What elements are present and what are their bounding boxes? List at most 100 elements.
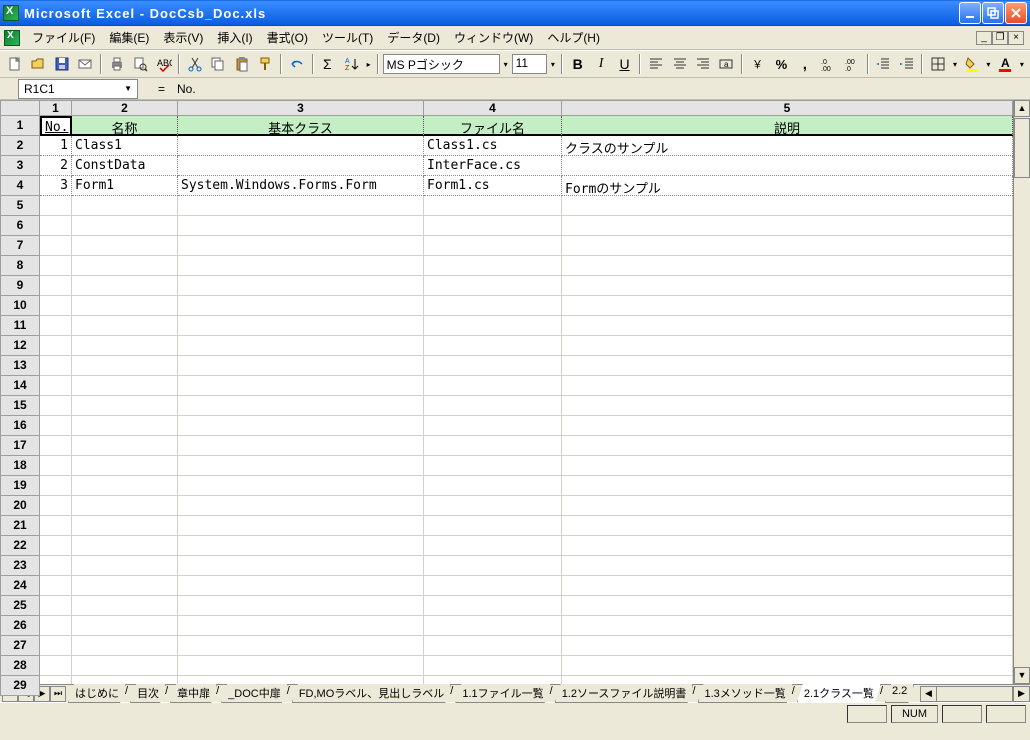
hscroll-left-button[interactable]: ◀ xyxy=(921,687,937,701)
mdi-restore-button[interactable]: ❐ xyxy=(992,31,1008,45)
cell-desc[interactable] xyxy=(562,156,1013,176)
cell[interactable] xyxy=(72,336,178,356)
format-painter-icon[interactable] xyxy=(255,53,276,75)
cell[interactable] xyxy=(562,316,1013,336)
cell[interactable] xyxy=(424,216,562,236)
tab-last-button[interactable]: ⏭ xyxy=(50,686,66,702)
sheet-tab[interactable]: 目次 xyxy=(130,684,166,703)
cell[interactable] xyxy=(40,536,72,556)
cell[interactable] xyxy=(424,436,562,456)
borders-icon[interactable] xyxy=(927,53,948,75)
row-header[interactable]: 21 xyxy=(0,516,40,536)
comma-icon[interactable]: , xyxy=(794,53,815,75)
cell[interactable] xyxy=(72,416,178,436)
menu-data[interactable]: データ(D) xyxy=(381,26,446,49)
cell[interactable] xyxy=(72,236,178,256)
italic-button[interactable]: I xyxy=(590,53,611,75)
row-header[interactable]: 3 xyxy=(0,156,40,176)
row-header[interactable]: 10 xyxy=(0,296,40,316)
cell-no[interactable]: 3 xyxy=(40,176,72,196)
row-header[interactable]: 29 xyxy=(0,676,40,696)
col-header-1[interactable]: 1 xyxy=(40,100,72,116)
cell[interactable] xyxy=(562,536,1013,556)
cell[interactable] xyxy=(72,596,178,616)
cell[interactable] xyxy=(424,376,562,396)
cell[interactable] xyxy=(72,576,178,596)
row-header[interactable]: 20 xyxy=(0,496,40,516)
cell-file[interactable]: InterFace.cs xyxy=(424,156,562,176)
cell-no[interactable]: 2 xyxy=(40,156,72,176)
cell[interactable] xyxy=(72,356,178,376)
cell[interactable] xyxy=(562,676,1013,684)
menu-window[interactable]: ウィンドウ(W) xyxy=(448,26,539,49)
new-icon[interactable] xyxy=(4,53,25,75)
print-preview-icon[interactable] xyxy=(129,53,150,75)
increase-indent-icon[interactable] xyxy=(896,53,917,75)
col-header-3[interactable]: 3 xyxy=(178,100,424,116)
cell[interactable] xyxy=(424,316,562,336)
menu-file[interactable]: ファイル(F) xyxy=(26,26,101,49)
scroll-thumb[interactable] xyxy=(1014,118,1030,178)
cell[interactable] xyxy=(424,236,562,256)
spellcheck-icon[interactable]: ABC xyxy=(153,53,174,75)
cell[interactable] xyxy=(424,516,562,536)
cell[interactable] xyxy=(562,236,1013,256)
cell[interactable] xyxy=(72,516,178,536)
cell[interactable] xyxy=(40,356,72,376)
font-dropdown-icon[interactable]: ▾ xyxy=(502,60,510,69)
cell[interactable] xyxy=(178,496,424,516)
cell-base[interactable] xyxy=(178,136,424,156)
sheet-tab[interactable]: 2.1クラス一覧 xyxy=(797,684,881,703)
col-header-4[interactable]: 4 xyxy=(424,100,562,116)
row-header[interactable]: 22 xyxy=(0,536,40,556)
cell[interactable] xyxy=(424,636,562,656)
fill-dropdown-icon[interactable]: ▾ xyxy=(984,60,992,69)
cell[interactable] xyxy=(40,516,72,536)
sheet-tab[interactable]: FD,MOラベル、見出しラベル xyxy=(292,684,451,703)
cell[interactable] xyxy=(72,256,178,276)
cell[interactable] xyxy=(178,556,424,576)
vertical-scrollbar[interactable]: ▲ ▼ xyxy=(1013,100,1030,684)
cell[interactable] xyxy=(178,316,424,336)
cell[interactable] xyxy=(40,576,72,596)
cell[interactable] xyxy=(178,416,424,436)
currency-icon[interactable]: ￥ xyxy=(747,53,768,75)
cell[interactable] xyxy=(72,216,178,236)
cell-name[interactable]: Class1 xyxy=(72,136,178,156)
cell[interactable] xyxy=(72,496,178,516)
mdi-close-button[interactable]: × xyxy=(1008,31,1024,45)
formula-input[interactable]: No. xyxy=(173,80,200,98)
row-header[interactable]: 27 xyxy=(0,636,40,656)
percent-icon[interactable]: % xyxy=(771,53,792,75)
row-header[interactable]: 25 xyxy=(0,596,40,616)
cell[interactable] xyxy=(40,676,72,684)
col-header-5[interactable]: 5 xyxy=(562,100,1013,116)
cell[interactable] xyxy=(178,436,424,456)
cell[interactable] xyxy=(424,456,562,476)
sheet-tab[interactable]: _DOC中扉 xyxy=(221,684,288,703)
cell[interactable] xyxy=(562,596,1013,616)
header-base[interactable]: 基本クラス xyxy=(178,116,424,136)
sheet-tab[interactable]: 1.1ファイル一覧 xyxy=(455,684,550,703)
save-icon[interactable] xyxy=(51,53,72,75)
sheet-tab[interactable]: 章中扉 xyxy=(170,684,217,703)
cell[interactable] xyxy=(562,336,1013,356)
cell[interactable] xyxy=(562,196,1013,216)
underline-button[interactable]: U xyxy=(614,53,635,75)
cell[interactable] xyxy=(178,616,424,636)
sheet-tab[interactable]: 2.2 xyxy=(885,684,914,703)
cell[interactable] xyxy=(562,216,1013,236)
font-color-icon[interactable]: A xyxy=(994,53,1015,75)
decrease-indent-icon[interactable] xyxy=(873,53,894,75)
cell[interactable] xyxy=(40,476,72,496)
cell[interactable] xyxy=(40,596,72,616)
print-icon[interactable] xyxy=(106,53,127,75)
cell-base[interactable] xyxy=(178,156,424,176)
menu-format[interactable]: 書式(O) xyxy=(261,26,314,49)
header-no[interactable]: No. xyxy=(40,116,72,136)
cell[interactable] xyxy=(178,216,424,236)
cell[interactable] xyxy=(178,196,424,216)
cell[interactable] xyxy=(424,416,562,436)
cell[interactable] xyxy=(72,616,178,636)
cell[interactable] xyxy=(562,456,1013,476)
